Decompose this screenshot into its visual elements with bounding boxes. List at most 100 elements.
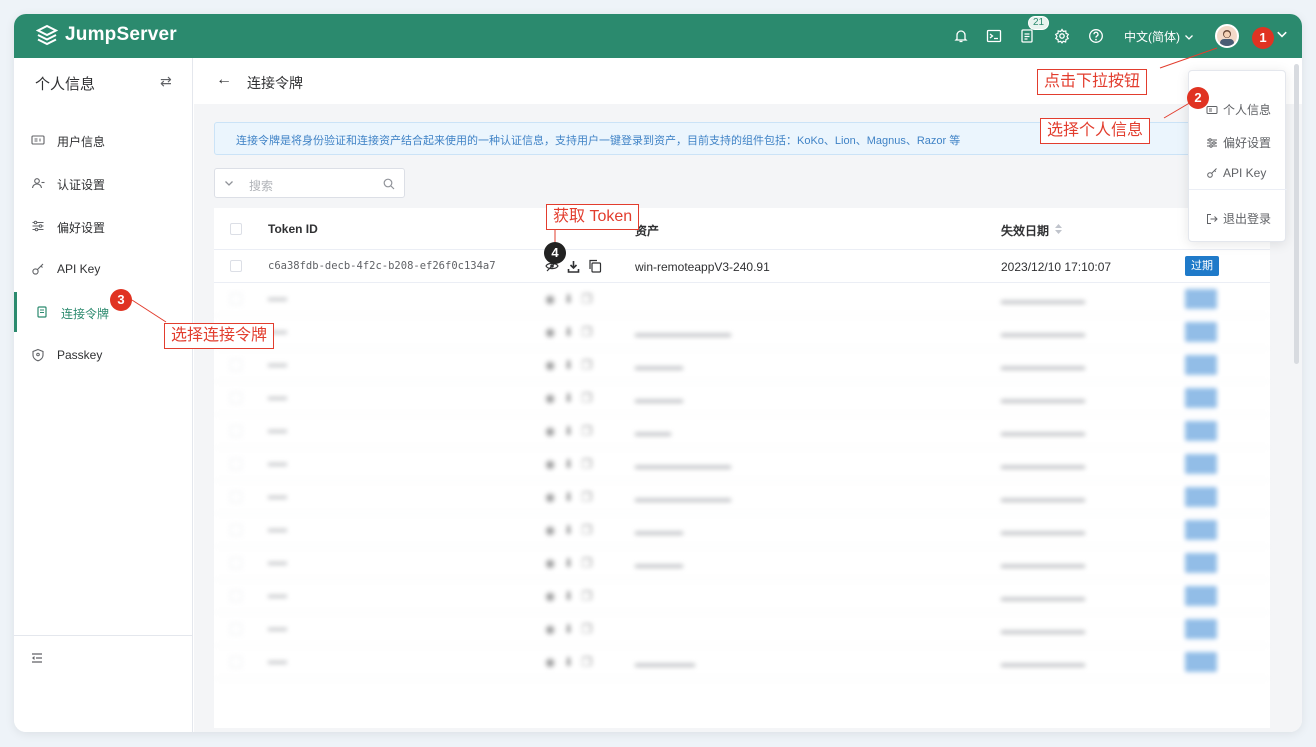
search-box[interactable]: 搜索 — [214, 168, 405, 198]
row-checkbox[interactable] — [230, 623, 242, 635]
redacted-cell: ▬▬▬ — [268, 359, 287, 371]
download-icon[interactable]: ⬇ — [563, 292, 573, 306]
redacted-button[interactable] — [1185, 652, 1217, 672]
token-actions: ◉ ⬇ ❐ — [545, 556, 592, 570]
redacted-button[interactable] — [1185, 421, 1217, 441]
menu-item-api-key[interactable]: API Key — [1206, 166, 1266, 180]
download-icon[interactable] — [567, 260, 580, 273]
redacted-button[interactable] — [1185, 322, 1217, 342]
redacted-button[interactable] — [1185, 586, 1217, 606]
eye-icon[interactable]: ◉ — [545, 556, 555, 570]
eye-icon[interactable]: ◉ — [545, 655, 555, 669]
row-checkbox[interactable] — [230, 590, 242, 602]
redacted-button[interactable] — [1185, 487, 1217, 507]
eye-icon[interactable]: ◉ — [545, 292, 555, 306]
copy-icon[interactable]: ❐ — [582, 556, 593, 570]
download-icon[interactable]: ⬇ — [563, 655, 573, 669]
menu-item-preferences[interactable]: 偏好设置 — [1206, 134, 1271, 151]
eye-icon[interactable]: ◉ — [545, 325, 555, 339]
redacted-cell: ▬▬▬▬▬▬▬ — [1001, 425, 1085, 439]
search-input[interactable]: 搜索 — [249, 177, 273, 194]
download-icon[interactable]: ⬇ — [563, 556, 573, 570]
sidebar-item-api-key[interactable]: API Key — [14, 249, 193, 289]
redacted-button[interactable] — [1185, 553, 1217, 573]
menu-divider — [1189, 189, 1287, 190]
redacted-button[interactable] — [1185, 355, 1217, 375]
language-selector[interactable]: 中文(简体) — [1124, 28, 1194, 45]
eye-icon[interactable]: ◉ — [545, 490, 555, 504]
row-checkbox[interactable] — [230, 458, 242, 470]
terminal-icon[interactable] — [985, 27, 1003, 45]
row-checkbox[interactable] — [230, 557, 242, 569]
search-icon[interactable] — [383, 178, 395, 190]
eye-icon[interactable]: ◉ — [545, 424, 555, 438]
eye-icon[interactable]: ◉ — [545, 391, 555, 405]
redacted-button[interactable] — [1185, 619, 1217, 639]
row-checkbox[interactable] — [230, 524, 242, 536]
logo[interactable]: JumpServer — [36, 24, 177, 46]
download-icon[interactable]: ⬇ — [563, 391, 573, 405]
swap-icon[interactable]: ⇄ — [160, 73, 172, 90]
download-icon[interactable]: ⬇ — [563, 424, 573, 438]
eye-icon[interactable]: ◉ — [545, 457, 555, 471]
redacted-button[interactable] — [1185, 520, 1217, 540]
download-icon[interactable]: ⬇ — [563, 358, 573, 372]
row-checkbox[interactable] — [230, 260, 242, 272]
sidebar-item-preferences[interactable]: 偏好设置 — [14, 206, 193, 246]
sidebar-item-user-info[interactable]: 用户信息 — [14, 120, 193, 160]
expired-button[interactable]: 过期 — [1185, 256, 1219, 276]
select-all-checkbox[interactable] — [230, 223, 242, 235]
eye-icon[interactable]: ◉ — [545, 622, 555, 636]
sidebar-item-auth-settings[interactable]: 认证设置 — [14, 163, 193, 203]
row-checkbox[interactable] — [230, 425, 242, 437]
eye-icon[interactable]: ◉ — [545, 358, 555, 372]
help-icon[interactable] — [1087, 27, 1105, 45]
row-checkbox[interactable] — [230, 359, 242, 371]
row-checkbox[interactable] — [230, 491, 242, 503]
table-row: ▬▬▬ ◉ ⬇ ❐ ▬▬▬▬▬▬▬▬ ▬▬▬▬▬▬▬ — [214, 316, 1270, 349]
redacted-button[interactable] — [1185, 454, 1217, 474]
copy-icon[interactable]: ❐ — [582, 325, 593, 339]
copy-icon[interactable]: ❐ — [582, 589, 593, 603]
menu-item-logout[interactable]: 退出登录 — [1206, 210, 1271, 227]
avatar[interactable] — [1215, 24, 1239, 48]
copy-icon[interactable]: ❐ — [582, 655, 593, 669]
back-arrow-icon[interactable]: ← — [216, 71, 232, 89]
download-icon[interactable]: ⬇ — [563, 457, 573, 471]
collapse-menu-icon[interactable] — [31, 652, 43, 664]
row-checkbox[interactable] — [230, 656, 242, 668]
redacted-cell: ▬▬▬▬▬ — [635, 656, 695, 670]
download-icon[interactable]: ⬇ — [563, 589, 573, 603]
copy-icon[interactable]: ❐ — [582, 622, 593, 636]
ticket-count-badge: 21 — [1028, 16, 1050, 30]
scrollbar[interactable] — [1294, 64, 1299, 364]
download-icon[interactable]: ⬇ — [563, 325, 573, 339]
copy-icon[interactable]: ❐ — [582, 424, 593, 438]
eye-icon[interactable]: ◉ — [545, 589, 555, 603]
download-icon[interactable]: ⬇ — [563, 523, 573, 537]
copy-icon[interactable]: ❐ — [582, 292, 593, 306]
menu-item-profile[interactable]: 个人信息 — [1206, 101, 1271, 118]
copy-icon[interactable]: ❐ — [582, 358, 593, 372]
redacted-cell: ▬▬▬ — [268, 491, 287, 503]
row-checkbox[interactable] — [230, 392, 242, 404]
header-expire-date[interactable]: 失效日期 — [1001, 222, 1049, 239]
avatar-chevron-down-icon[interactable] — [1276, 28, 1288, 40]
gear-icon[interactable] — [1053, 27, 1071, 45]
download-icon[interactable]: ⬇ — [563, 490, 573, 504]
copy-icon[interactable]: ❐ — [582, 391, 593, 405]
token-actions: ◉ ⬇ ❐ — [545, 622, 592, 636]
sort-icon[interactable] — [1054, 223, 1063, 235]
redacted-button[interactable] — [1185, 289, 1217, 309]
chevron-down-icon[interactable] — [224, 178, 234, 188]
copy-icon[interactable]: ❐ — [582, 523, 593, 537]
bell-icon[interactable] — [952, 27, 970, 45]
copy-icon[interactable]: ❐ — [582, 457, 593, 471]
copy-icon[interactable]: ❐ — [582, 490, 593, 504]
copy-icon[interactable] — [588, 259, 602, 273]
row-checkbox[interactable] — [230, 293, 242, 305]
user-shield-icon — [31, 178, 45, 189]
download-icon[interactable]: ⬇ — [563, 622, 573, 636]
redacted-button[interactable] — [1185, 388, 1217, 408]
eye-icon[interactable]: ◉ — [545, 523, 555, 537]
